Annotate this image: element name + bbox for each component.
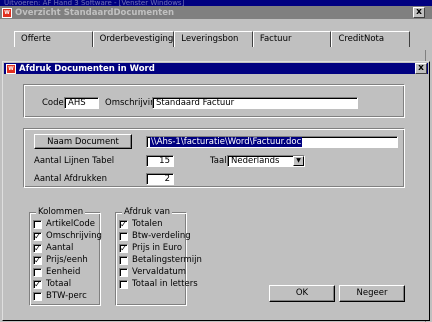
app-icon: W	[2, 7, 12, 18]
document-path-text: \\Ahs-1\facturatie\Word\Factuur.doc	[150, 137, 303, 147]
chevron-down-icon[interactable]: ▼	[293, 156, 304, 166]
background-close-button[interactable]: x	[413, 7, 425, 18]
code-field[interactable]: AHS	[64, 97, 99, 109]
dialog-close-button[interactable]: x	[415, 63, 427, 74]
code-label: Code	[42, 98, 64, 108]
taal-label: Taal	[210, 156, 227, 166]
afdruk-van-group: Afdruk van ✓ Totalen Btw-verdeling ✓ Prijs…	[115, 207, 202, 306]
afdruk-btw-verdeling[interactable]: Btw-verdeling	[119, 230, 202, 242]
checkbox-checked[interactable]: ✓	[33, 279, 42, 289]
checkbox-checked[interactable]: ✓	[119, 219, 128, 229]
afdruk-totalen[interactable]: ✓ Totalen	[119, 218, 202, 230]
tab-creditnota[interactable]: CreditNota	[331, 31, 411, 47]
kolom-label: Totaal	[46, 279, 72, 289]
afdruk-van-title: Afdruk van	[122, 207, 173, 217]
checkbox-unchecked[interactable]	[33, 219, 42, 229]
naam-document-label: Naam Document	[47, 137, 119, 147]
afdruk-label: Totaal in letters	[132, 279, 198, 289]
afdruk-label: Prijs in Euro	[132, 243, 183, 253]
document-group: Naam Document \\Ahs-1\facturatie\Word\Fa…	[23, 128, 405, 188]
background-titlebar: W Overzicht StandaardDocumenten x	[0, 6, 432, 19]
checkbox-checked[interactable]: ✓	[33, 231, 42, 241]
kolom-btw-perc[interactable]: BTW-perc	[33, 290, 102, 302]
code-group: Code AHS Omschrijving Standaard Factuur	[23, 84, 405, 118]
afdruk-dialog: W Afdruk Documenten in Word x Code AHS O…	[2, 61, 430, 321]
checkbox-checked[interactable]: ✓	[119, 243, 128, 253]
kolommen-group: Kolommen ArtikelCode ✓ Omschrijving ✓ Aant…	[29, 207, 102, 306]
checkbox-unchecked[interactable]	[119, 231, 128, 241]
taal-value: Nederlands	[231, 156, 280, 166]
ok-button[interactable]: OK	[269, 285, 335, 302]
aantal-afdrukken-label: Aantal Afdrukken	[34, 174, 107, 184]
afdruk-label: Vervaldatum	[132, 267, 187, 277]
aantal-afdrukken-field[interactable]: 2	[146, 173, 174, 185]
kolom-eenheid[interactable]: Eenheid	[33, 266, 102, 278]
checkbox-checked[interactable]: ✓	[33, 243, 42, 253]
kolom-label: Omschrijving	[46, 231, 102, 241]
afdruk-label: Totalen	[132, 219, 163, 229]
checkbox-unchecked[interactable]	[119, 267, 128, 277]
kolom-totaal[interactable]: ✓ Totaal	[33, 278, 102, 290]
aantal-lijnen-label: Aantal Lijnen Tabel	[34, 156, 115, 166]
afdruk-totaal-in-letters[interactable]: Totaal in letters	[119, 278, 202, 290]
dialog-titlebar: W Afdruk Documenten in Word x	[4, 63, 428, 74]
negeer-button[interactable]: Negeer	[339, 285, 405, 302]
kolom-label: BTW-perc	[46, 291, 87, 301]
kolom-label: Prijs/eenh	[46, 255, 88, 265]
checkbox-unchecked[interactable]	[119, 255, 128, 265]
document-path-field[interactable]: \\Ahs-1\facturatie\Word\Factuur.doc	[146, 136, 398, 148]
afdruk-betalingstermijn[interactable]: Betalingstermijn	[119, 254, 202, 266]
kolom-label: Aantal	[46, 243, 74, 253]
kolom-artikelcode[interactable]: ArtikelCode	[33, 218, 102, 230]
kolom-prijs-eenh[interactable]: ✓ Prijs/eenh	[33, 254, 102, 266]
omschrijving-field[interactable]: Standaard Factuur	[152, 97, 358, 109]
afdruk-van-list: ✓ Totalen Btw-verdeling ✓ Prijs in Euro Be…	[119, 218, 202, 290]
naam-document-button[interactable]: Naam Document	[34, 134, 132, 149]
afdruk-label: Betalingstermijn	[132, 255, 202, 265]
checkbox-unchecked[interactable]	[119, 279, 128, 289]
tab-orderbevestiging[interactable]: Orderbevestiging	[92, 31, 175, 47]
word-app-icon: W	[6, 63, 16, 74]
background-window-title: Overzicht StandaardDocumenten	[15, 7, 175, 18]
afdruk-vervaldatum[interactable]: Vervaldatum	[119, 266, 202, 278]
taal-select[interactable]: Nederlands ▼	[227, 155, 305, 167]
document-tabs: Offerte Orderbevestiging Leveringsbon Fa…	[14, 31, 411, 47]
checkbox-unchecked[interactable]	[33, 267, 42, 277]
afdruk-prijs-in-euro[interactable]: ✓ Prijs in Euro	[119, 242, 202, 254]
kolom-label: Eenheid	[46, 267, 81, 277]
kolom-omschrijving[interactable]: ✓ Omschrijving	[33, 230, 102, 242]
kolommen-list: ArtikelCode ✓ Omschrijving ✓ Aantal ✓ Prijs…	[33, 218, 102, 302]
tab-offerte[interactable]: Offerte	[14, 31, 93, 47]
checkbox-checked[interactable]: ✓	[33, 255, 42, 265]
tab-leveringsbon[interactable]: Leveringsbon	[174, 31, 253, 47]
kolommen-title: Kolommen	[36, 207, 86, 217]
kolom-label: ArtikelCode	[46, 219, 95, 229]
afdruk-label: Btw-verdeling	[132, 231, 191, 241]
checkbox-unchecked[interactable]	[33, 291, 42, 301]
kolom-aantal[interactable]: ✓ Aantal	[33, 242, 102, 254]
aantal-lijnen-field[interactable]: 15	[146, 155, 174, 167]
dialog-title: Afdruk Documenten in Word	[19, 63, 155, 74]
tab-factuur[interactable]: Factuur	[252, 31, 332, 47]
